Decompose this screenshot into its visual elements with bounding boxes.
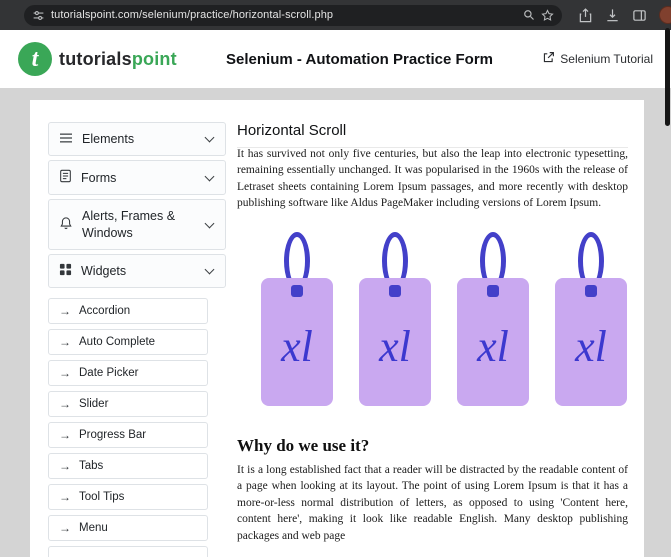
chevron-down-icon: [205, 218, 215, 228]
tag-hole: [291, 285, 303, 297]
arrow-right-icon: →: [59, 366, 71, 380]
sidebar-item-label: Date Picker: [79, 367, 138, 379]
arrow-right-icon: →: [59, 490, 71, 504]
sidebar-item-tool-tips[interactable]: → Tool Tips: [48, 484, 208, 510]
list-icon: [59, 132, 73, 147]
site-settings-icon[interactable]: [32, 9, 45, 22]
browser-toolbar: tutorialspoint.com/selenium/practice/hor…: [0, 0, 671, 30]
toolbar-actions: [578, 6, 671, 24]
price-tag: xl: [359, 232, 431, 406]
sidebar-item-forms[interactable]: Forms: [48, 160, 226, 195]
tag-body: xl: [261, 278, 333, 406]
sidebar-item-auto-complete[interactable]: → Auto Complete: [48, 329, 208, 355]
tag-body: xl: [457, 278, 529, 406]
chevron-down-icon: [205, 171, 215, 181]
sidebar-item-label: Alerts, Frames & Windows: [82, 208, 197, 241]
url-text[interactable]: tutorialspoint.com/selenium/practice/hor…: [51, 9, 517, 21]
tag-size-label: xl: [575, 315, 607, 369]
sidebar-item-alerts-frames-windows[interactable]: Alerts, Frames & Windows: [48, 199, 226, 250]
sidebar-item-label: Menu: [79, 522, 108, 534]
sidebar-item-label: Tool Tips: [79, 491, 124, 503]
tag-hole: [585, 285, 597, 297]
sidebar-item-label: Accordion: [79, 305, 130, 317]
address-bar[interactable]: tutorialspoint.com/selenium/practice/hor…: [24, 5, 562, 26]
arrow-right-icon: →: [59, 335, 71, 349]
sidebar-item-slider[interactable]: → Slider: [48, 391, 208, 417]
arrow-right-icon: →: [59, 521, 71, 535]
sidebar-item-menu[interactable]: → Menu: [48, 515, 208, 541]
sidebar-item-label: Progress Bar: [79, 429, 146, 441]
section-heading: Horizontal Scroll: [237, 122, 628, 139]
sidebar-item-label: Elements: [82, 131, 197, 147]
grid-icon: [59, 263, 72, 279]
sidebar-item-tabs[interactable]: → Tabs: [48, 453, 208, 479]
site-header: t tutorialspoint Selenium - Automation P…: [0, 30, 671, 88]
sidebar-item-widgets[interactable]: Widgets: [48, 254, 226, 288]
price-tag: xl: [457, 232, 529, 406]
price-tags-image: xl xl xl: [261, 232, 628, 406]
logo-icon: t: [18, 42, 52, 76]
paragraph-2: It is a long established fact that a rea…: [237, 462, 628, 544]
sidebar-item-partial[interactable]: →: [48, 546, 208, 557]
content-card: Elements Forms Al: [30, 100, 644, 557]
sidebar-item-date-picker[interactable]: → Date Picker: [48, 360, 208, 386]
widgets-submenu: → Accordion → Auto Complete → Date Picke…: [48, 298, 226, 557]
sidebar-item-progress-bar[interactable]: → Progress Bar: [48, 422, 208, 448]
paragraph-1: It has survived not only five centuries,…: [237, 147, 628, 212]
price-tag: xl: [555, 232, 627, 406]
tag-size-label: xl: [281, 315, 313, 369]
paragraph-clip: It has survived not only five centuries,…: [237, 147, 628, 212]
share-icon[interactable]: [578, 8, 593, 23]
selenium-tutorial-link[interactable]: Selenium Tutorial: [542, 51, 653, 67]
arrow-right-icon: →: [59, 459, 71, 473]
arrow-right-icon: →: [59, 304, 71, 318]
chevron-down-icon: [205, 264, 215, 274]
tutorialspoint-logo[interactable]: t tutorialspoint: [18, 42, 177, 76]
sidebar-item-label: Slider: [79, 398, 108, 410]
price-tag: xl: [261, 232, 333, 406]
chevron-down-icon: [205, 133, 215, 143]
bell-icon: [59, 216, 73, 234]
sidebar-item-label: Widgets: [81, 263, 197, 279]
tag-hole: [389, 285, 401, 297]
arrow-right-icon: →: [59, 397, 71, 411]
sidebar-item-label: Forms: [81, 170, 197, 186]
sidebar-item-label: Auto Complete: [79, 336, 155, 348]
form-icon: [59, 169, 72, 186]
sidebar-item-label: Tabs: [79, 460, 103, 472]
search-icon[interactable]: [523, 9, 535, 21]
logo-text-green: point: [132, 49, 177, 69]
tag-hole: [487, 285, 499, 297]
section-heading-2: Why do we use it?: [237, 436, 628, 456]
logo-text-dark: tutorials: [59, 49, 132, 69]
profile-avatar[interactable]: [659, 6, 671, 24]
main-content: Horizontal Scroll It has survived not on…: [226, 122, 630, 557]
logo-text: tutorialspoint: [59, 49, 177, 70]
sidebar-item-elements[interactable]: Elements: [48, 122, 226, 156]
page-background: Elements Forms Al: [0, 88, 671, 557]
arrow-right-icon: →: [59, 428, 71, 442]
side-panel-icon[interactable]: [632, 8, 647, 23]
selenium-tutorial-label: Selenium Tutorial: [560, 52, 653, 66]
tag-size-label: xl: [477, 315, 509, 369]
sidebar: Elements Forms Al: [48, 122, 226, 557]
external-link-icon: [542, 51, 555, 67]
download-icon[interactable]: [605, 8, 620, 23]
arrow-right-icon: →: [59, 552, 71, 557]
page-title: Selenium - Automation Practice Form: [177, 51, 542, 68]
sidebar-item-accordion[interactable]: → Accordion: [48, 298, 208, 324]
tag-body: xl: [555, 278, 627, 406]
tag-size-label: xl: [379, 315, 411, 369]
bookmark-star-icon[interactable]: [541, 9, 554, 22]
vertical-scrollbar[interactable]: [665, 28, 670, 126]
tag-body: xl: [359, 278, 431, 406]
